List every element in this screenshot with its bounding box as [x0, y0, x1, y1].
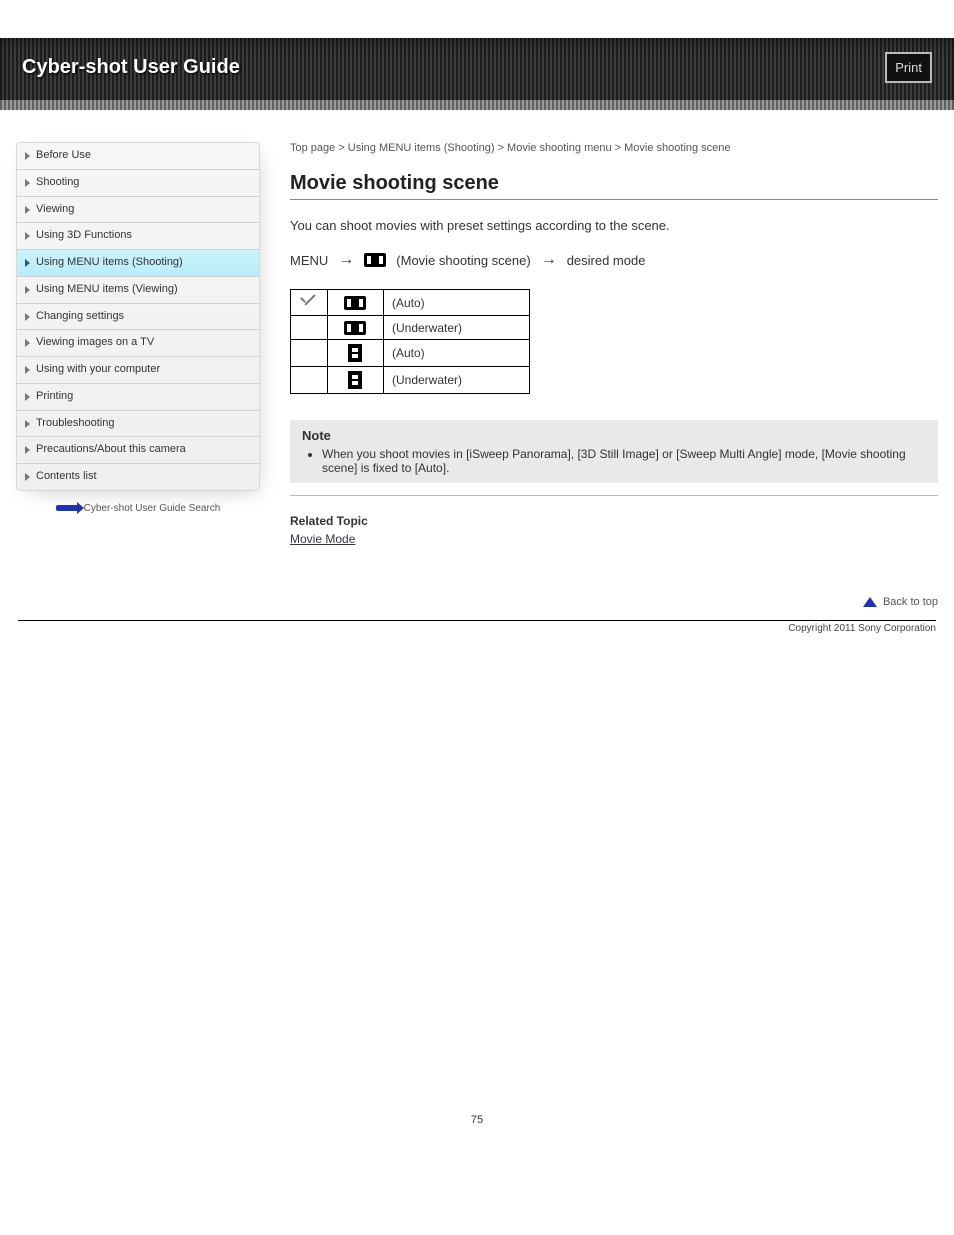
menu-path: MENU → (Movie shooting scene) → desired … [290, 251, 938, 269]
triangle-up-icon [863, 597, 877, 607]
sidebar-item-3d[interactable]: Using 3D Functions [17, 223, 259, 250]
note-title: Note [302, 428, 926, 443]
sidebar-item-label: Viewing [36, 203, 74, 217]
related-link[interactable]: Movie Mode [290, 532, 355, 546]
page-description: You can shoot movies with preset setting… [290, 218, 938, 233]
page-title: Movie shooting scene [290, 172, 938, 195]
sidebar-item-menu-shooting[interactable]: Using MENU items (Shooting) [17, 250, 259, 277]
chevron-right-icon [25, 206, 30, 214]
chevron-right-icon [25, 366, 30, 374]
search-link-label: Cyber-shot User Guide Search [84, 503, 221, 514]
chevron-right-icon [25, 286, 30, 294]
menu-step-3: desired mode [567, 253, 646, 268]
header-title: Cyber-shot User Guide [22, 56, 240, 79]
sidebar-item-before-use[interactable]: Before Use [17, 143, 259, 170]
chevron-right-icon [25, 152, 30, 160]
sidebar-item-menu-viewing[interactable]: Using MENU items (Viewing) [17, 277, 259, 304]
arrow-right-icon: → [338, 251, 354, 269]
sidebar-item-label: Precautions/About this camera [36, 443, 186, 457]
sidebar-item-printing[interactable]: Printing [17, 384, 259, 411]
chevron-right-icon [25, 339, 30, 347]
arrow-right-icon [56, 505, 78, 511]
chevron-right-icon [25, 179, 30, 187]
chevron-right-icon [25, 420, 30, 428]
options-table: (Auto) (Underwater) (Auto) (Underwater) [290, 289, 530, 394]
note-box: Note When you shoot movies in [iSweep Pa… [290, 420, 938, 483]
sidebar-item-troubleshooting[interactable]: Troubleshooting [17, 411, 259, 438]
page-number: 75 [0, 1114, 954, 1126]
sidebar-item-label: Contents list [36, 470, 97, 484]
sidebar-item-viewing[interactable]: Viewing [17, 197, 259, 224]
sidebar-item-contents-list[interactable]: Contents list [17, 464, 259, 490]
chevron-right-icon [25, 232, 30, 240]
check-icon [299, 294, 317, 308]
sidebar-item-label: Changing settings [36, 310, 124, 324]
divider [290, 199, 938, 200]
chevron-right-icon [25, 473, 30, 481]
table-row: (Underwater) [291, 367, 530, 394]
chevron-right-icon [25, 259, 30, 267]
sidebar-item-tv[interactable]: Viewing images on a TV [17, 330, 259, 357]
sidebar-item-label: Before Use [36, 149, 91, 163]
option-label: (Underwater) [384, 316, 530, 340]
chevron-right-icon [25, 393, 30, 401]
movie-scene-icon [364, 253, 386, 267]
breadcrumb: Top page > Using MENU items (Shooting) >… [290, 142, 938, 154]
arrow-right-icon: → [541, 251, 557, 269]
header-band: Cyber-shot User Guide Print [0, 38, 954, 100]
back-to-top[interactable]: Back to top [290, 596, 938, 608]
table-row: (Auto) [291, 290, 530, 316]
note-item: When you shoot movies in [iSweep Panoram… [322, 447, 926, 475]
sidebar-item-label: Using 3D Functions [36, 229, 132, 243]
sidebar-item-precautions[interactable]: Precautions/About this camera [17, 437, 259, 464]
movie-underwater-icon [344, 321, 366, 335]
sidebar-item-label: Shooting [36, 176, 79, 190]
content-area: Top page > Using MENU items (Shooting) >… [290, 142, 938, 608]
sidebar-item-label: Using MENU items (Viewing) [36, 283, 178, 297]
movie-reel-underwater-icon [348, 371, 362, 389]
chevron-right-icon [25, 446, 30, 454]
option-label: (Auto) [384, 290, 530, 316]
sidebar-item-computer[interactable]: Using with your computer [17, 357, 259, 384]
table-row: (Underwater) [291, 316, 530, 340]
menu-step-1: MENU [290, 253, 328, 268]
print-button[interactable]: Print [885, 52, 932, 83]
related-title: Related Topic [290, 514, 938, 528]
sidebar-item-label: Using with your computer [36, 363, 160, 377]
sidebar-item-changing-settings[interactable]: Changing settings [17, 304, 259, 331]
sidebar-item-label: Viewing images on a TV [36, 336, 154, 350]
sidebar-item-label: Printing [36, 390, 73, 404]
copyright: Copyright 2011 Sony Corporation [0, 621, 954, 634]
movie-reel-auto-icon [348, 344, 362, 362]
back-to-top-label: Back to top [883, 596, 938, 608]
divider [290, 495, 938, 496]
sidebar-item-shooting[interactable]: Shooting [17, 170, 259, 197]
search-link[interactable]: Cyber-shot User Guide Search [16, 503, 260, 514]
sidebar-nav: Before Use Shooting Viewing Using 3D Fun… [16, 142, 260, 491]
option-label: (Auto) [384, 340, 530, 367]
table-row: (Auto) [291, 340, 530, 367]
sidebar-item-label: Using MENU items (Shooting) [36, 256, 183, 270]
option-label: (Underwater) [384, 367, 530, 394]
menu-step-2: (Movie shooting scene) [396, 253, 530, 268]
sidebar-item-label: Troubleshooting [36, 417, 114, 431]
movie-auto-icon [344, 296, 366, 310]
chevron-right-icon [25, 313, 30, 321]
